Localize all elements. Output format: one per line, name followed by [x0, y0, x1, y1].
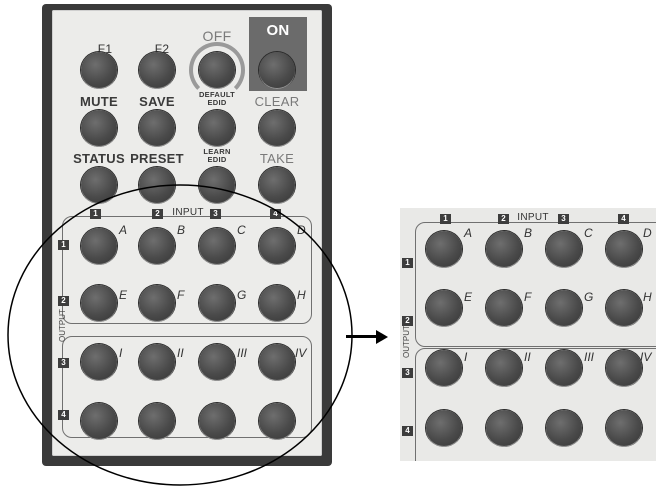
zoom-letter-d: D	[643, 226, 652, 240]
zoom-letter-iv: IV	[640, 350, 652, 364]
zoomed-matrix-panel: 1 2 INPUT 3 4 1 2 OUTPUT 3 4 A B C D E F…	[400, 208, 656, 461]
zoom-input-1-badge: 1	[440, 214, 451, 224]
zoom-button-b	[486, 231, 522, 267]
zoom-button-h	[606, 290, 642, 326]
zoom-letter-g: G	[584, 290, 594, 304]
zoom-letter-a: A	[464, 226, 473, 240]
zoom-button-row4-3	[546, 410, 582, 446]
zoom-letter-f: F	[524, 290, 532, 304]
zoom-button-row4-2	[486, 410, 522, 446]
zoom-input-3-badge: 3	[558, 214, 569, 224]
zoom-button-iv	[606, 350, 642, 386]
zoom-button-row4-1	[426, 410, 462, 446]
zoom-input-label: INPUT	[517, 212, 549, 223]
zoom-button-i	[426, 350, 462, 386]
zoom-output-1-badge: 1	[402, 258, 413, 268]
zoom-letter-c: C	[584, 226, 593, 240]
zoom-letter-e: E	[464, 290, 473, 304]
zoom-button-g	[546, 290, 582, 326]
arrow-head-icon	[376, 330, 388, 344]
zoom-button-e	[426, 290, 462, 326]
zoom-button-d	[606, 231, 642, 267]
zoom-button-a	[426, 231, 462, 267]
zoom-output-3-badge: 3	[402, 368, 413, 378]
zoom-button-iii	[546, 350, 582, 386]
zoom-letter-iii: III	[584, 350, 595, 364]
zoom-button-row4-4	[606, 410, 642, 446]
zoom-letter-i: I	[464, 350, 468, 364]
zoom-button-f	[486, 290, 522, 326]
zoom-letter-b: B	[524, 226, 533, 240]
arrow-line	[346, 335, 379, 338]
zoom-output-label: OUTPUT	[402, 325, 411, 358]
zoom-input-4-badge: 4	[618, 214, 629, 224]
zoom-button-ii	[486, 350, 522, 386]
zoom-output-4-badge: 4	[402, 426, 413, 436]
zoom-letter-h: H	[643, 290, 652, 304]
zoom-input-2-badge: 2	[498, 214, 509, 224]
zoom-button-c	[546, 231, 582, 267]
zoom-letter-ii: II	[524, 350, 531, 364]
